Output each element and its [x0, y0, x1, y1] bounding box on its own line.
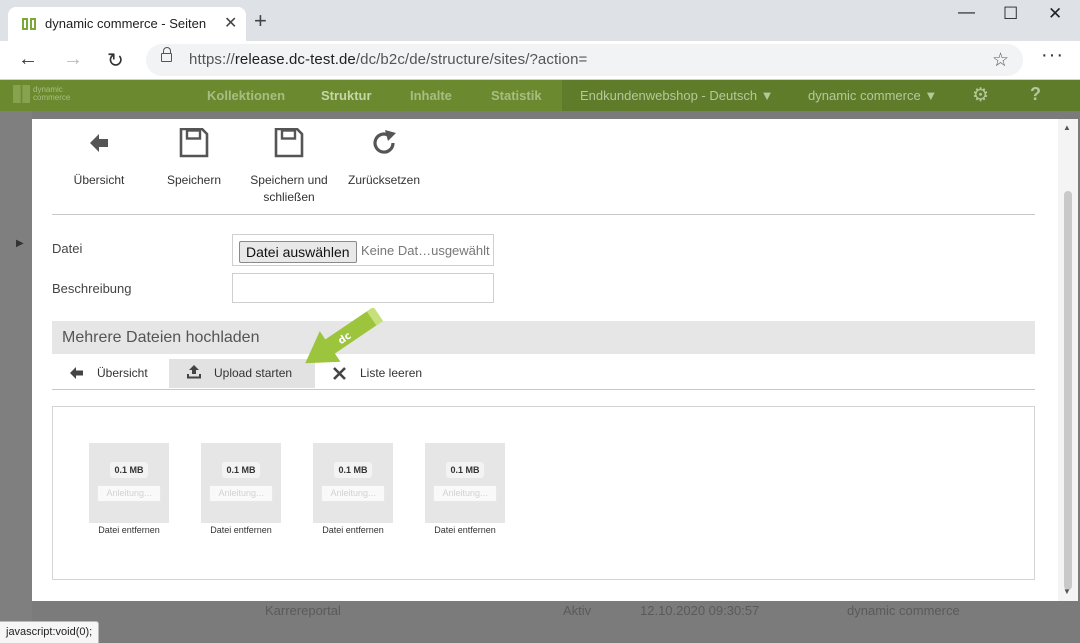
nav-inhalte[interactable]: Inhalte	[410, 88, 452, 103]
window-close-icon[interactable]: ✕	[1048, 4, 1062, 24]
backdrop-row-status: Aktiv	[563, 603, 592, 618]
shop-selector[interactable]: Endkundenwebshop - Deutsch ▼	[580, 88, 774, 103]
scroll-thumb[interactable]	[1064, 191, 1072, 590]
file-caption-input[interactable]: Anleitung...	[433, 485, 497, 502]
save-and-close-label: Speichern und schließen	[250, 173, 328, 204]
file-preview: 0.1 MB Anleitung...	[201, 443, 281, 523]
reset-button[interactable]: Zurücksetzen	[344, 128, 424, 189]
file-preview: 0.1 MB Anleitung...	[313, 443, 393, 523]
overview-button[interactable]: Übersicht	[64, 128, 134, 189]
description-label: Beschreibung	[52, 281, 132, 296]
browser-tab-bar: dynamic commerce - Seiten ✕ + — ☐ ✕	[0, 0, 1080, 41]
no-file-text: Keine Dat…usgewählt	[361, 243, 490, 258]
upload-dropzone[interactable]	[52, 406, 1035, 580]
floppy-disk-icon	[274, 128, 304, 158]
file-caption-input[interactable]: Anleitung...	[209, 485, 273, 502]
backdrop-sidebar: ▶	[0, 111, 32, 643]
file-caption-input[interactable]: Anleitung...	[321, 485, 385, 502]
url-field[interactable]: https://release.dc-test.de/dc/b2c/de/str…	[146, 44, 1023, 76]
remove-file-link[interactable]: Datei entfernen	[425, 525, 505, 535]
new-tab-button[interactable]: +	[254, 8, 267, 34]
remove-file-link[interactable]: Datei entfernen	[201, 525, 281, 535]
toolbar-divider	[52, 214, 1035, 215]
upload-toolbar-divider	[52, 389, 1035, 390]
more-menu-icon[interactable]: ···	[1041, 44, 1064, 67]
expand-icon: ▶	[16, 238, 24, 249]
dc-favicon-icon	[22, 18, 36, 30]
url-text: https://release.dc-test.de/dc/b2c/de/str…	[189, 51, 588, 68]
file-size: 0.1 MB	[110, 462, 148, 478]
save-and-close-button[interactable]: Speichern und schließen	[244, 128, 334, 206]
browser-address-bar: ← → ↻ https://release.dc-test.de/dc/b2c/…	[0, 41, 1080, 80]
minimize-icon[interactable]: —	[958, 2, 975, 22]
nav-struktur[interactable]: Struktur	[321, 88, 372, 103]
reload-icon[interactable]: ↻	[107, 48, 124, 73]
settings-gear-icon[interactable]: ⚙	[972, 84, 989, 107]
forward-icon[interactable]: →	[63, 48, 83, 71]
scroll-down-icon[interactable]: ▼	[1063, 587, 1071, 596]
file-label: Datei	[52, 241, 83, 256]
remove-file-link[interactable]: Datei entfernen	[313, 525, 393, 535]
header-selectors: Endkundenwebshop - Deutsch ▼ dynamic com…	[562, 80, 1080, 111]
refresh-icon	[373, 130, 396, 154]
help-icon[interactable]: ?	[1030, 84, 1041, 105]
arrow-left-icon	[70, 367, 83, 379]
file-size: 0.1 MB	[446, 462, 484, 478]
back-icon[interactable]: ←	[18, 48, 38, 71]
save-button[interactable]: Speichern	[158, 128, 230, 189]
floppy-disk-icon	[179, 128, 209, 158]
lock-icon	[161, 47, 172, 62]
file-caption-input[interactable]: Anleitung...	[97, 485, 161, 502]
upload-icon	[187, 365, 201, 379]
file-size: 0.1 MB	[334, 462, 372, 478]
overview-label: Übersicht	[73, 173, 125, 187]
nav-kollektionen[interactable]: Kollektionen	[207, 88, 285, 103]
nav-statistik[interactable]: Statistik	[491, 88, 542, 103]
reset-label: Zurücksetzen	[347, 173, 421, 187]
arrow-left-icon	[90, 134, 108, 152]
description-input[interactable]	[232, 273, 494, 303]
green-pointer-arrow-icon: dc	[305, 308, 383, 364]
modal-scrollbar[interactable]: ▲ ▼	[1058, 119, 1078, 601]
multi-overview-button[interactable]: Übersicht	[62, 359, 162, 388]
tab-title: dynamic commerce - Seiten	[45, 16, 207, 31]
scroll-up-icon[interactable]: ▲	[1063, 123, 1071, 132]
tab-close-icon[interactable]: ✕	[224, 13, 237, 33]
logo-text-line-2: commerce	[33, 93, 71, 102]
file-size: 0.1 MB	[222, 462, 260, 478]
maximize-icon[interactable]: ☐	[1003, 4, 1018, 24]
logo-icon	[13, 85, 30, 103]
browser-tab[interactable]: dynamic commerce - Seiten ✕	[8, 7, 246, 41]
file-input[interactable]: Datei auswählen Keine Dat…usgewählt	[232, 234, 494, 266]
file-preview: 0.1 MB Anleitung...	[89, 443, 169, 523]
backdrop-row-name: Karrereportal	[265, 603, 341, 618]
remove-file-link[interactable]: Datei entfernen	[89, 525, 169, 535]
upload-start-label: Upload starten	[214, 366, 293, 380]
multi-upload-header: Mehrere Dateien hochladen	[52, 321, 1035, 354]
backdrop-row-owner: dynamic commerce	[847, 603, 960, 618]
dc-logo[interactable]: dynamic commerce	[13, 85, 70, 103]
backdrop-row-date: 12.10.2020 09:30:57	[640, 603, 760, 618]
status-bar: javascript:void(0);	[0, 621, 100, 643]
file-preview: 0.1 MB Anleitung...	[425, 443, 505, 523]
multi-upload-title: Mehrere Dateien hochladen	[62, 329, 260, 346]
save-label: Speichern	[166, 173, 222, 187]
favorite-star-icon[interactable]: ☆	[992, 49, 1009, 72]
multi-overview-label: Übersicht	[97, 366, 148, 380]
choose-file-button[interactable]: Datei auswählen	[239, 241, 357, 263]
company-selector[interactable]: dynamic commerce ▼	[808, 88, 937, 103]
